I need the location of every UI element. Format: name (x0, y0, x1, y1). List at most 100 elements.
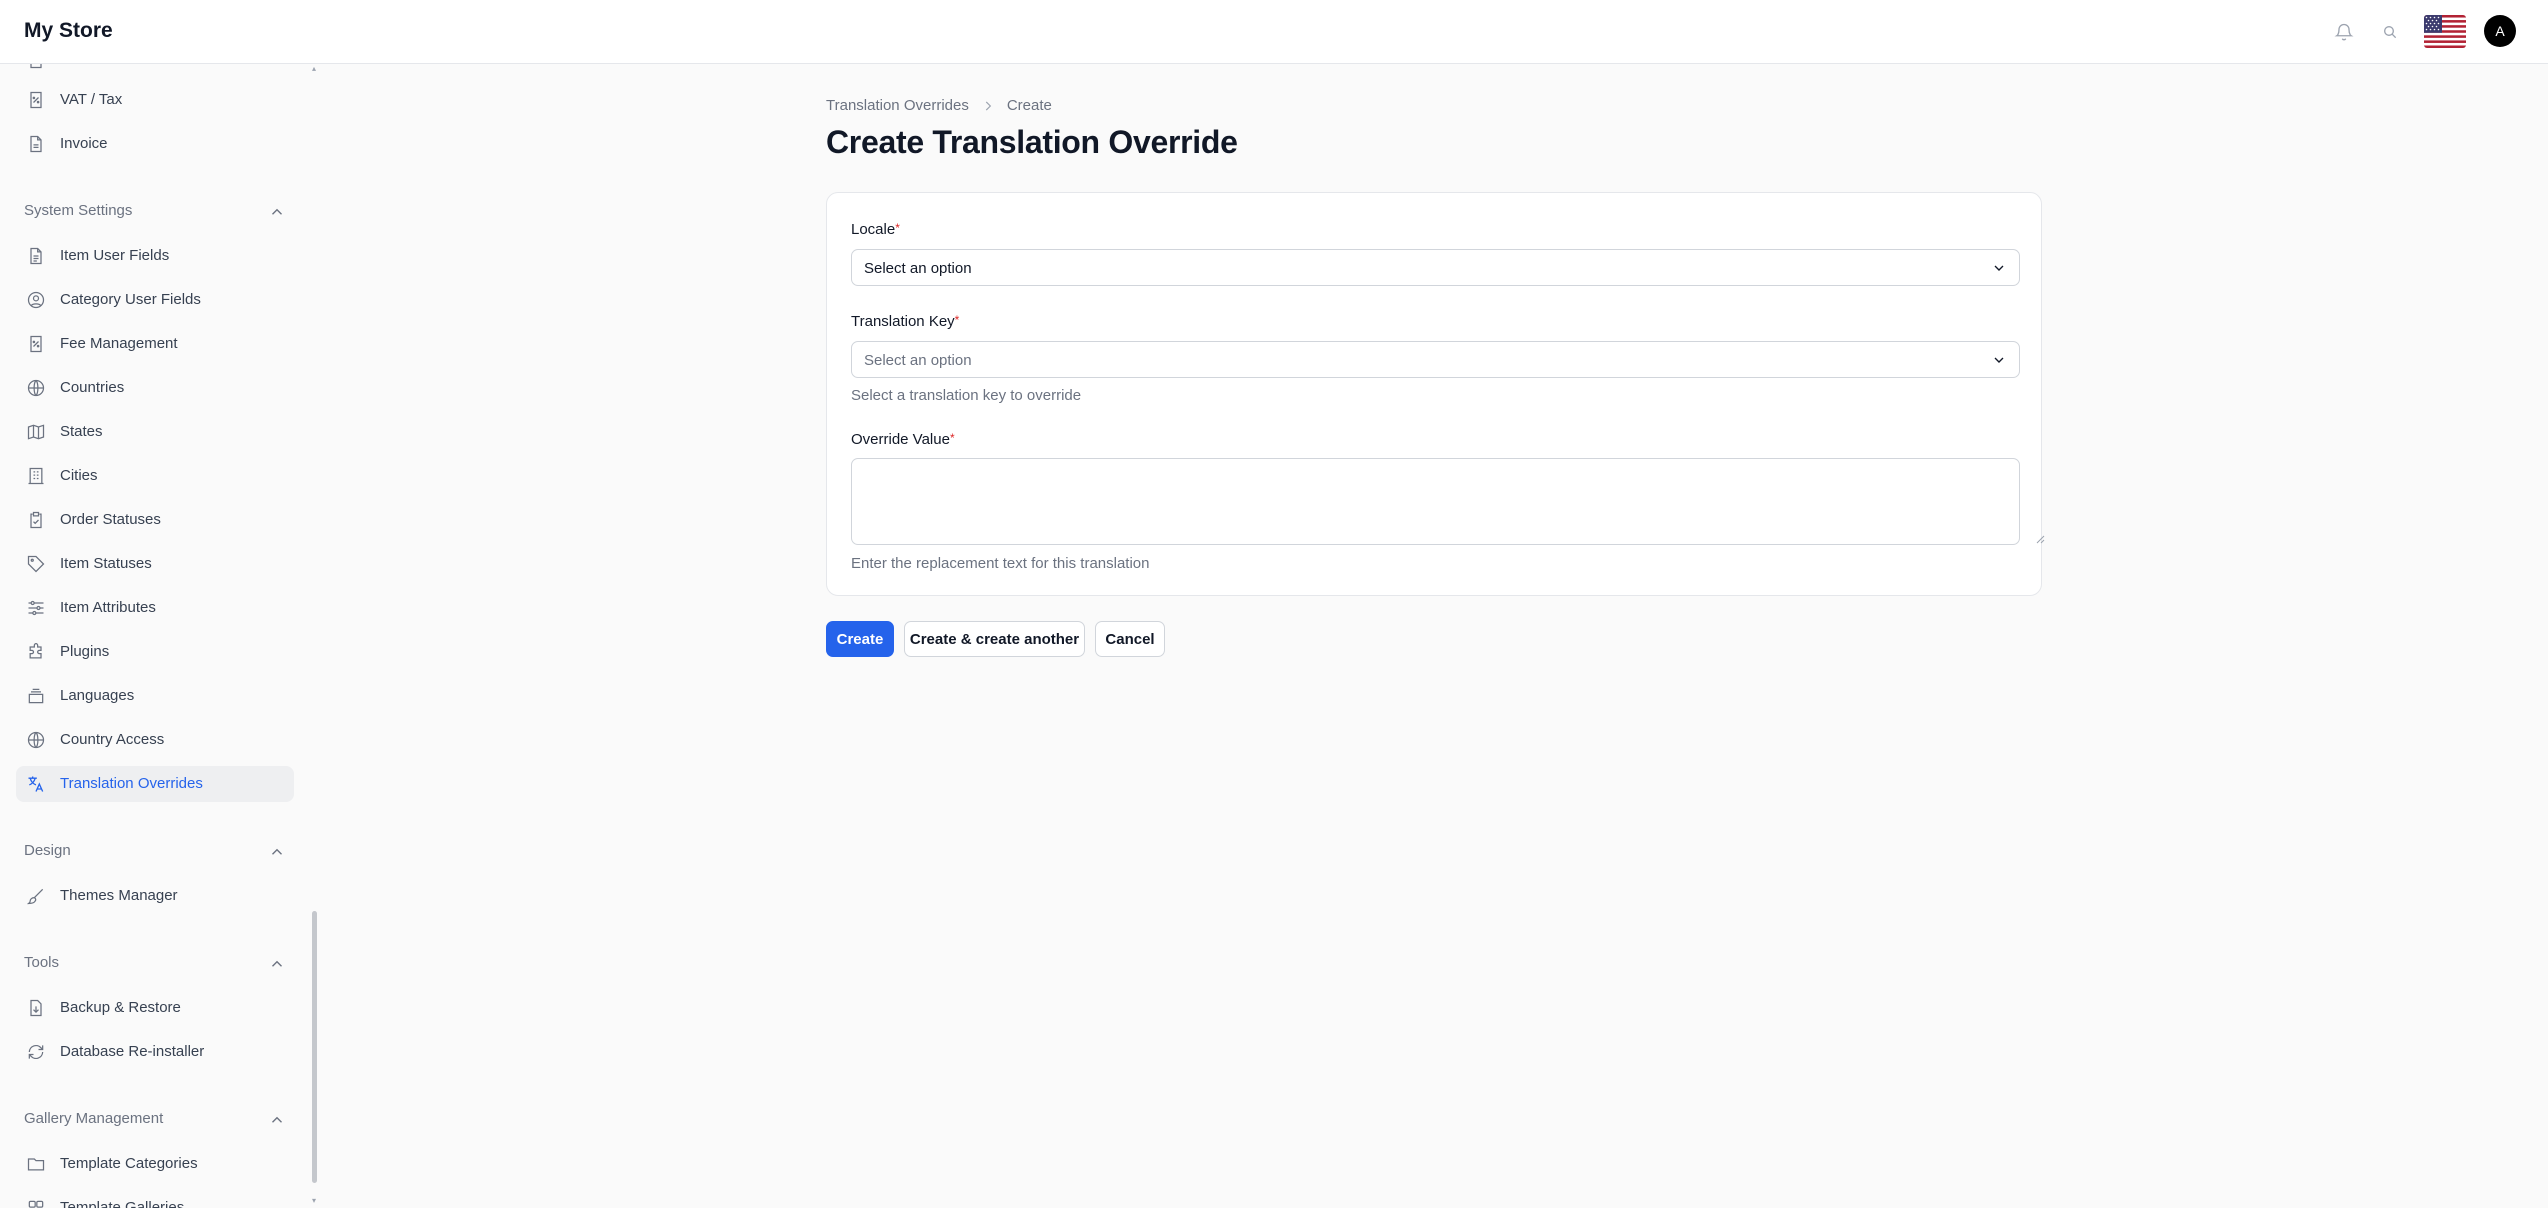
squares-icon (28, 1200, 44, 1208)
override-value-hint: Enter the replacement text for this tran… (851, 555, 1150, 572)
required-mark: * (895, 221, 900, 235)
sidebar-item-item-user-fields[interactable]: Item User Fields (16, 238, 294, 274)
translation-key-select[interactable]: Select an option (851, 341, 2020, 378)
sidebar-item-label: Cities (60, 467, 98, 484)
document-icon (30, 135, 42, 153)
avatar[interactable]: A (2484, 15, 2516, 47)
sidebar-item-label: States (60, 423, 103, 440)
sliders-icon (28, 600, 44, 616)
locale-select-value: Select an option (864, 260, 972, 277)
sidebar-item-label: Fee Management (60, 335, 178, 352)
puzzle-icon (29, 643, 42, 659)
required-mark: * (949, 431, 955, 445)
sidebar-item-label: VAT / Tax (60, 91, 123, 108)
sidebar-item-category-user-fields[interactable]: Category User Fields (16, 282, 294, 318)
chevron-down-icon (1994, 265, 2004, 271)
section-tools[interactable]: Tools (24, 954, 286, 974)
page-title: Create Translation Override (826, 124, 1238, 160)
sidebar-item-country-access[interactable]: Country Access (16, 722, 294, 758)
sidebar-item-template-galleries[interactable]: Template Galleries (16, 1190, 294, 1208)
sidebar-item-partial[interactable] (16, 64, 294, 78)
cancel-button[interactable]: Cancel (1095, 621, 1165, 657)
locale-label: Locale* (851, 221, 900, 238)
resize-handle-icon[interactable] (2035, 534, 2045, 544)
section-title: Tools (24, 954, 60, 971)
section-system-settings[interactable]: System Settings (24, 202, 286, 222)
breadcrumb: Translation Overrides Create (826, 97, 1052, 114)
sidebar-item-order-statuses[interactable]: Order Statuses (16, 502, 294, 538)
sidebar-item-backup-restore[interactable]: Backup & Restore (16, 990, 294, 1026)
sidebar-item-label: Item Attributes (60, 599, 156, 616)
paint-brush-icon (26, 888, 44, 905)
bell-icon[interactable] (2331, 19, 2357, 45)
sidebar-item-label: Backup & Restore (60, 999, 181, 1016)
sidebar-item-label: Category User Fields (60, 291, 201, 308)
sidebar: VAT / Tax Invoice System Settings Item U… (0, 64, 310, 1208)
override-value-label-text: Override Value (851, 431, 950, 448)
sidebar-item-item-statuses[interactable]: Item Statuses (16, 546, 294, 582)
sidebar-item-languages[interactable]: Languages (16, 678, 294, 714)
chevron-up-icon[interactable] (268, 1111, 286, 1129)
search-icon[interactable] (2377, 19, 2403, 45)
language-icon (28, 776, 44, 792)
building-icon (28, 467, 44, 485)
sidebar-item-label: Template Galleries (60, 1199, 185, 1208)
sidebar-item-label: Template Categories (60, 1155, 198, 1172)
sidebar-item-label: Item User Fields (60, 247, 170, 264)
document-text-icon (30, 247, 42, 265)
required-mark: * (954, 313, 960, 327)
section-title: Design (24, 842, 71, 859)
breadcrumb-parent-link[interactable]: Translation Overrides (826, 97, 969, 114)
sidebar-item-template-categories[interactable]: Template Categories (16, 1146, 294, 1182)
sidebar-item-label: Plugins (60, 643, 110, 660)
sidebar-item-database-reinstaller[interactable]: Database Re-installer (16, 1034, 294, 1070)
sidebar-item-countries[interactable]: Countries (16, 370, 294, 406)
sidebar-item-states[interactable]: States (16, 414, 294, 450)
section-design[interactable]: Design (24, 842, 286, 862)
folder-icon (27, 1158, 45, 1171)
sidebar-item-cities[interactable]: Cities (16, 458, 294, 494)
us-flag-icon[interactable] (2424, 15, 2466, 48)
translation-key-label-text: Translation Key (851, 313, 955, 330)
user-circle-icon (27, 291, 45, 309)
sidebar-scrollbar[interactable] (312, 911, 317, 1183)
top-bar: My Store A (0, 0, 2548, 64)
sidebar-item-themes-manager[interactable]: Themes Manager (16, 878, 294, 914)
breadcrumb-current: Create (1006, 97, 1052, 114)
sidebar-item-label: Invoice (60, 135, 108, 152)
locale-label-text: Locale (851, 221, 896, 238)
tag-icon (27, 555, 45, 573)
sidebar-item-label: Countries (60, 379, 125, 396)
chevron-down-icon (1994, 357, 2004, 363)
chevron-up-icon[interactable] (268, 203, 286, 221)
document-download-icon (30, 999, 42, 1017)
sidebar-item-translation-overrides[interactable]: Translation Overrides (16, 766, 294, 802)
sidebar-item-fee-management[interactable]: Fee Management (16, 326, 294, 362)
create-button[interactable]: Create (826, 621, 894, 657)
sidebar-item-vat-tax[interactable]: VAT / Tax (16, 82, 294, 118)
translation-key-label: Translation Key* (851, 313, 959, 330)
chevron-up-icon[interactable] (268, 843, 286, 861)
create-another-button[interactable]: Create & create another (904, 621, 1085, 657)
scroll-down-arrow-icon[interactable]: ▾ (310, 1197, 318, 1205)
clipboard-check-icon (30, 511, 42, 529)
sidebar-item-label: Languages (60, 687, 135, 704)
locale-select[interactable]: Select an option (851, 249, 2020, 286)
sidebar-item-item-attributes[interactable]: Item Attributes (16, 590, 294, 626)
document-icon (30, 64, 42, 69)
section-title: Gallery Management (24, 1110, 164, 1127)
sidebar-item-plugins[interactable]: Plugins (16, 634, 294, 670)
translation-key-placeholder: Select an option (864, 352, 972, 369)
chevron-right-icon (985, 101, 992, 110)
receipt-percent-icon (30, 335, 42, 353)
sidebar-item-label: Themes Manager (60, 887, 178, 904)
chevron-up-icon[interactable] (268, 955, 286, 973)
app-title[interactable]: My Store (24, 19, 113, 43)
scroll-up-arrow-icon[interactable]: ▴ (310, 65, 318, 73)
sidebar-item-invoice[interactable]: Invoice (16, 126, 294, 162)
override-value-textarea[interactable] (851, 458, 2020, 545)
globe-icon (27, 379, 45, 397)
section-title: System Settings (24, 202, 133, 219)
sidebar-item-label: Translation Overrides (60, 775, 203, 792)
section-gallery-management[interactable]: Gallery Management (24, 1110, 286, 1130)
